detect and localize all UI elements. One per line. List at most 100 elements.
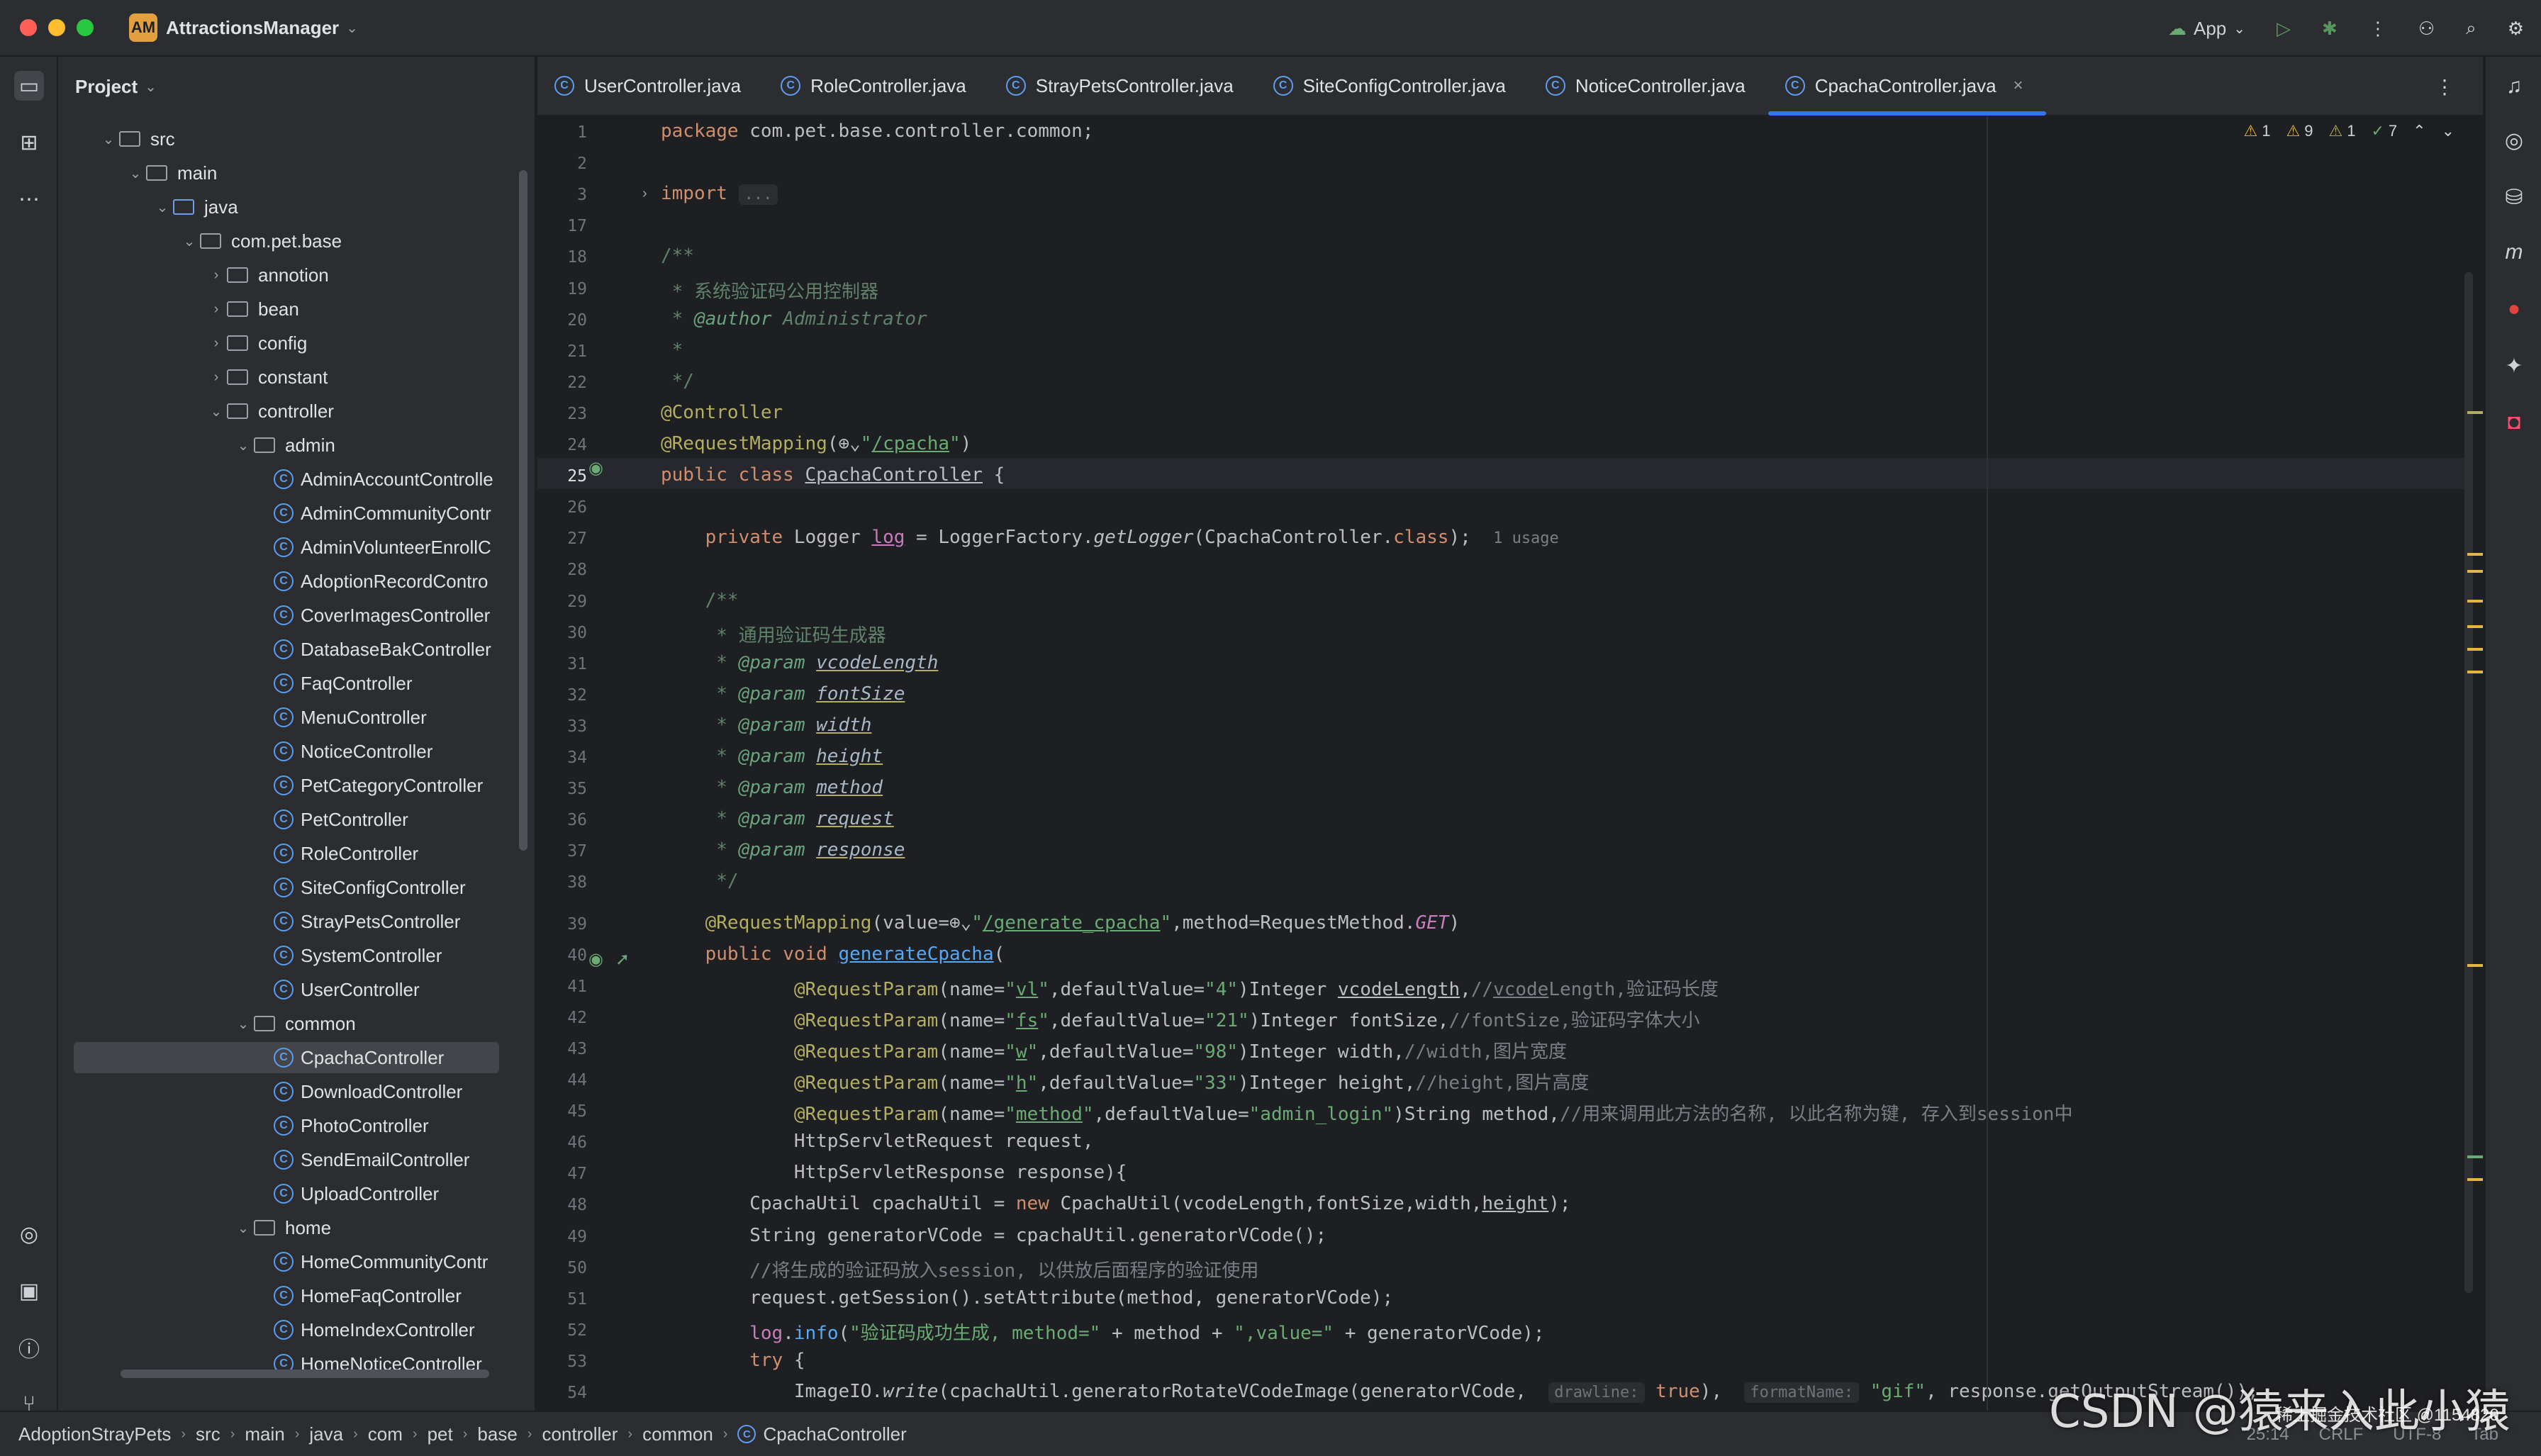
database-icon[interactable]: ⛁ [2498,181,2530,213]
code-line[interactable]: package com.pet.base.controller.common; [661,121,1093,142]
chevron-down-icon[interactable]: ⌄ [125,164,146,182]
tree-item-folder[interactable]: ⌄ home [233,1211,331,1245]
code-line[interactable]: request.getSession().setAttribute(method… [661,1287,1393,1309]
breadcrumb-item[interactable]: pet [428,1423,453,1445]
chevron-down-icon[interactable]: ⌄ [206,403,227,420]
project-panel-header[interactable]: Project ⌄ [58,57,535,116]
code-line[interactable]: * @param vcodeLength [661,652,938,673]
code-line[interactable]: CpachaUtil cpachaUtil = new CpachaUtil(v… [661,1193,1570,1214]
editor-tab[interactable]: C NoticeController.java [1529,56,1768,116]
tree-item-folder[interactable]: › config [206,326,308,360]
gradle-icon[interactable]: ✦ [2498,350,2530,381]
tree-item-class[interactable]: C DatabaseBakController [274,632,491,666]
plugin-icon[interactable]: ● [2498,293,2530,325]
warning-stripe[interactable] [2467,648,2483,651]
chevron-right-icon[interactable]: › [206,369,227,386]
tree-item-class[interactable]: C SystemController [274,939,442,973]
breadcrumb-item[interactable]: base [477,1423,517,1445]
editor-tab[interactable]: C StrayPetsController.java [989,56,1256,116]
breadcrumb-item[interactable]: src [196,1423,220,1445]
breadcrumb-item[interactable]: com [368,1423,403,1445]
more-actions-icon[interactable]: ⋮ [2369,18,2387,40]
tree-item-folder[interactable]: ⌄ java [152,190,238,224]
send-request-icon[interactable]: ➚ [615,949,630,970]
project-tool-icon[interactable]: ▭ [14,71,44,101]
bean-gutter-icon[interactable]: ◉ [588,458,603,478]
chevron-down-icon[interactable]: ⌄ [346,19,358,37]
warning-stripe[interactable] [2467,570,2483,573]
tree-item-folder[interactable]: › bean [206,292,299,326]
editor-tab[interactable]: C UserController.java [537,56,764,116]
chevron-down-icon[interactable]: ⌄ [152,198,173,216]
extension-icon[interactable]: ◘ [2498,407,2530,438]
tree-item-folder[interactable]: ⌄ admin [233,428,335,462]
minimize-window-button[interactable] [48,19,65,36]
code-line[interactable]: * @param method [661,777,883,798]
search-icon[interactable]: ⌕ [2466,17,2476,40]
structure-tool-icon[interactable]: ⊞ [14,128,44,157]
chevron-right-icon[interactable]: › [206,301,227,318]
code-line[interactable]: HttpServletResponse response){ [661,1162,1127,1183]
code-line[interactable]: * @param width [661,715,871,736]
tree-item-class[interactable]: C MenuController [274,700,427,734]
warning-stripe[interactable] [2467,600,2483,603]
inspection-widget[interactable]: ⚠ 1 ⚠ 9 ⚠ 1 ✓ 7 ⌃ ⌄ [2243,122,2455,140]
chevron-up-icon[interactable]: ⌃ [2413,122,2425,140]
code-line[interactable]: String generatorVCode = cpachaUtil.gener… [661,1225,1327,1246]
tree-item-class[interactable]: C HomeCommunityContr [274,1245,488,1279]
maven-icon[interactable]: m [2498,237,2530,268]
chevron-down-icon[interactable]: ⌄ [2442,122,2455,140]
tree-item-class[interactable]: C AdminCommunityContr [274,496,491,530]
tree-item-folder[interactable]: ⌄ com.pet.base [179,224,342,258]
code-line[interactable]: * @param response [661,839,905,861]
tree-item-class[interactable]: C DownloadController [274,1075,462,1109]
code-line[interactable]: ImageIO.write(cpachaUtil.generatorRotate… [661,1381,2259,1403]
code-line[interactable]: * @param fontSize [661,683,905,705]
code-line[interactable]: @RequestMapping(⊕⌄"/cpacha") [661,433,971,454]
code-line[interactable]: @RequestParam(name="method",defaultValue… [661,1099,2073,1126]
tree-item-class[interactable]: C CoverImagesController [274,598,490,632]
editor-tab[interactable]: C SiteConfigController.java [1256,56,1529,116]
breadcrumb-item[interactable]: common [642,1423,713,1445]
close-tab-icon[interactable]: × [2014,76,2023,96]
tree-item-class[interactable]: C PhotoController [274,1109,429,1143]
code-line[interactable]: /** [661,245,694,267]
tree-item-folder[interactable]: ⌄ common [233,1007,356,1041]
more-tools-icon[interactable]: ⋯ [14,184,44,214]
tree-horizontal-scrollbar[interactable] [121,1370,489,1378]
chevron-down-icon[interactable]: ⌄ [98,130,119,148]
code-line[interactable]: * @param height [661,746,883,767]
tree-item-folder[interactable]: › constant [206,360,328,394]
zoom-window-button[interactable] [77,19,94,36]
code-line[interactable]: log.info("验证码成功生成, method=" + method + "… [661,1318,1544,1345]
debug-icon[interactable]: ✱ [2322,18,2338,40]
breadcrumb-item[interactable]: main [245,1423,284,1445]
code-line[interactable]: */ [661,870,738,892]
code-line[interactable]: * 通用验证码生成器 [661,621,886,647]
chevron-right-icon[interactable]: › [206,335,227,352]
notifications-icon[interactable]: ♫ [2498,71,2530,102]
code-line[interactable]: * @param request [661,808,893,829]
run-config-selector[interactable]: ☁ App ⌄ [2168,18,2245,40]
tabs-more-icon[interactable]: ⋮ [2435,75,2455,99]
code-editor[interactable]: ⚠ 1 ⚠ 9 ⚠ 1 ✓ 7 ⌃ ⌄ 1 package com.pet.base.co… [537,116,2483,1411]
warning-stripe[interactable] [2467,411,2483,414]
tree-item-class[interactable]: C NoticeController [274,734,432,768]
code-line[interactable]: @RequestParam(name="vl",defaultValue="4"… [661,975,1719,1001]
project-badge[interactable]: AM [129,13,157,42]
warning-stripe[interactable] [2467,964,2483,967]
tree-item-folder[interactable]: ⌄ controller [206,394,334,428]
breadcrumb-item[interactable]: java [309,1423,343,1445]
code-line[interactable]: * @author Administrator [661,308,927,330]
terminal-tool-icon[interactable]: ▣ [14,1276,44,1306]
close-window-button[interactable] [20,19,37,36]
code-line[interactable]: * [661,340,683,361]
settings-icon[interactable]: ⚙ [2508,18,2524,40]
tree-item-folder[interactable]: › annotion [206,258,329,292]
tree-item-class[interactable]: C AdminAccountControlle [274,462,493,496]
tree-item-class[interactable]: C StrayPetsController [274,905,460,939]
change-stripe[interactable] [2467,1155,2483,1158]
breadcrumb-item[interactable]: AdoptionStrayPets [18,1423,171,1445]
code-line[interactable]: @RequestParam(name="h",defaultValue="33"… [661,1068,1590,1094]
code-line[interactable]: private Logger log = LoggerFactory.getLo… [661,527,1559,548]
